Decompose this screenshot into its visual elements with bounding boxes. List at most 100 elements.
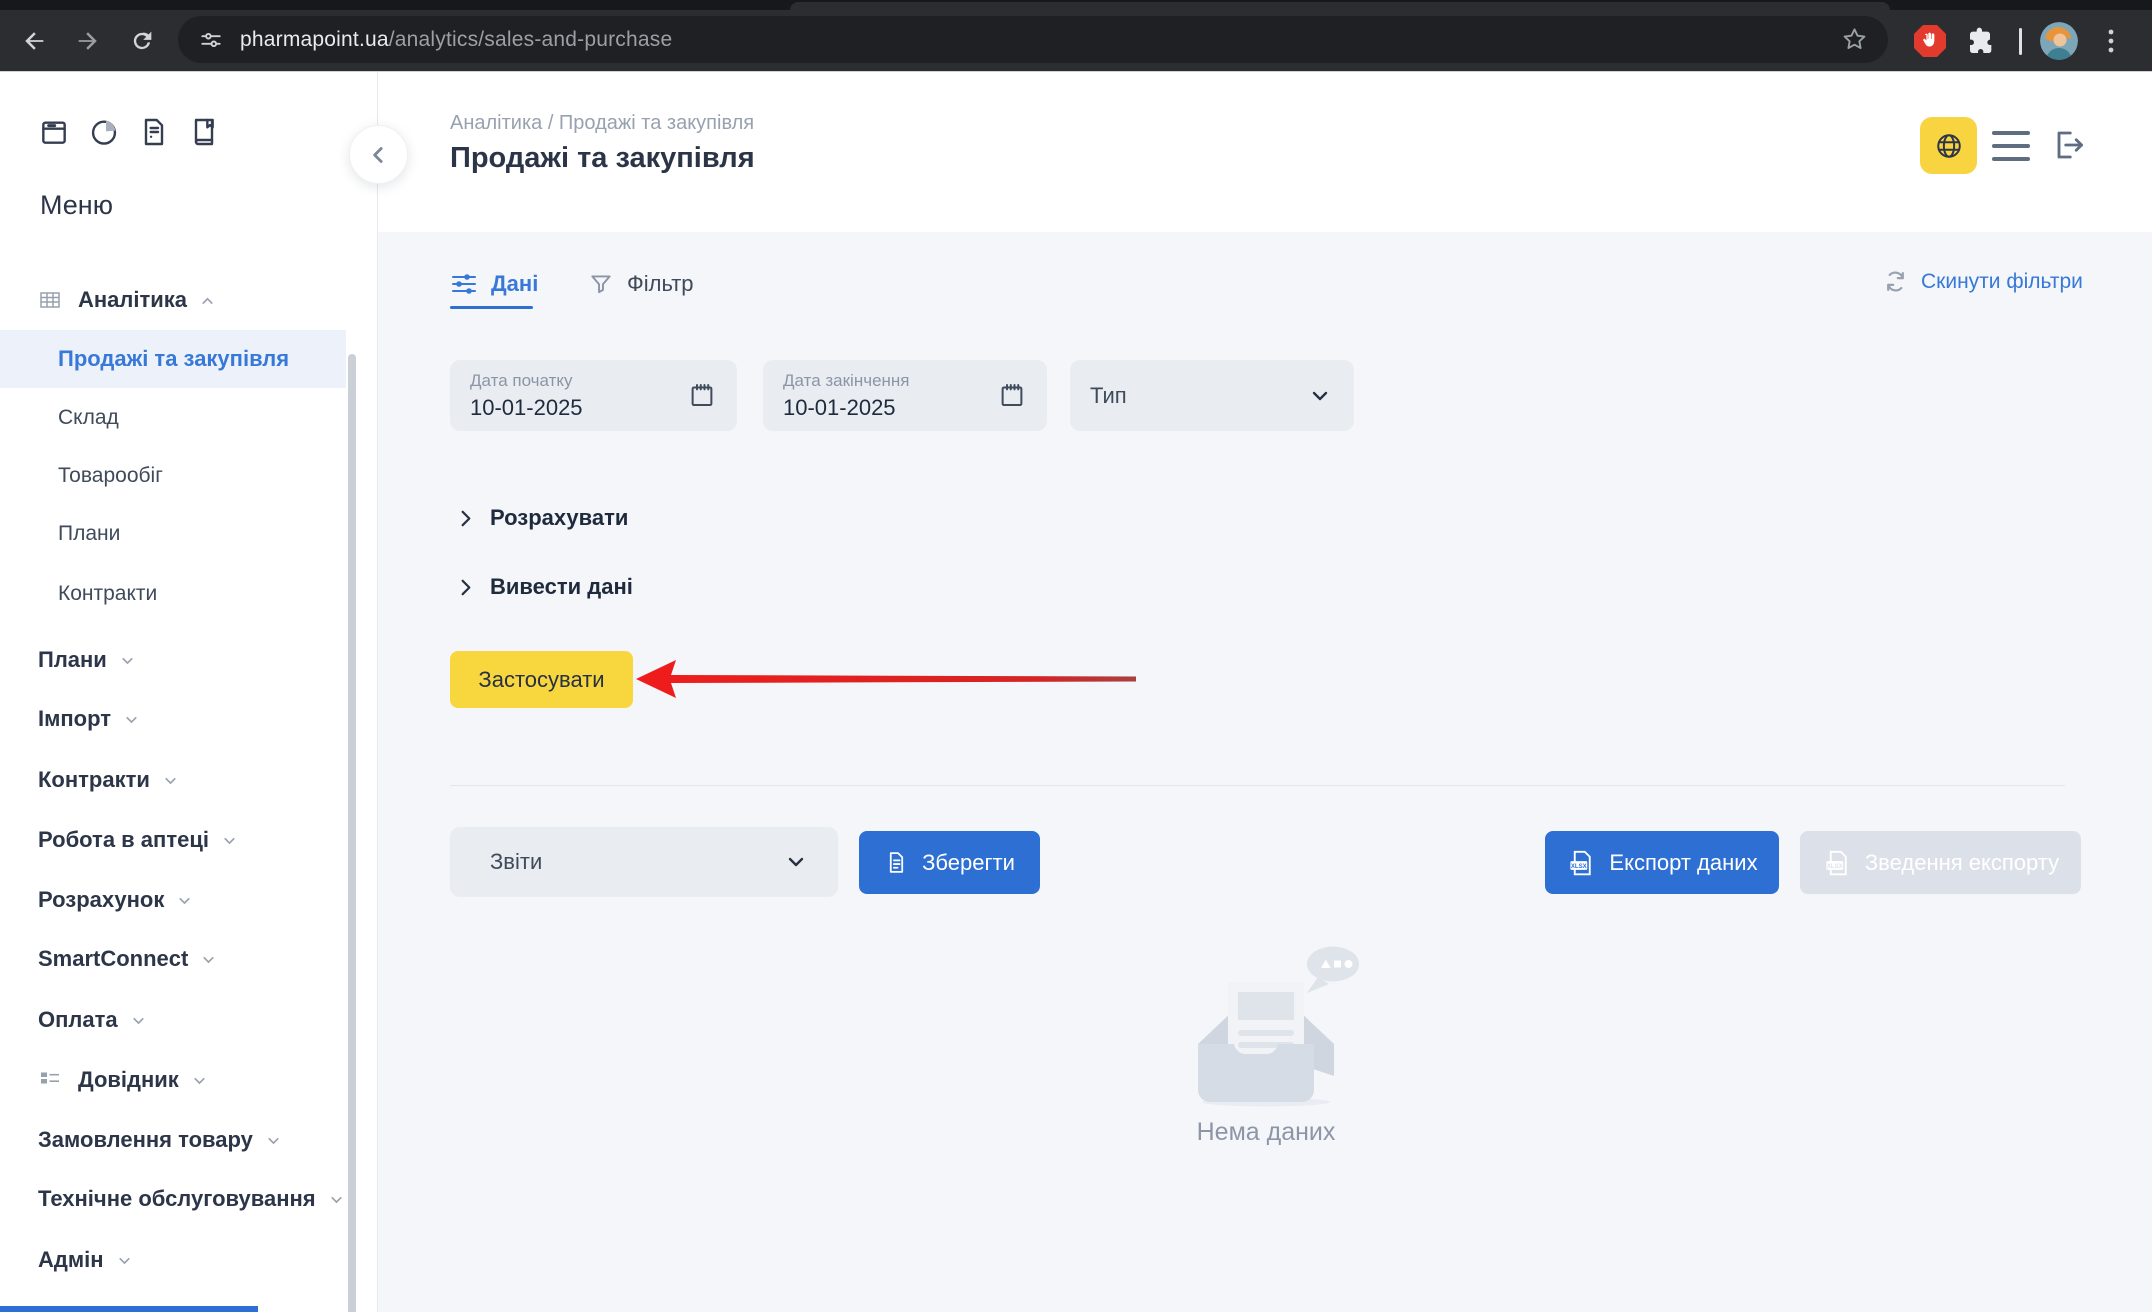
chevron-down-icon	[328, 1191, 345, 1208]
sidebar-scrollbar[interactable]	[348, 354, 356, 1312]
reset-filters-label: Скинути фільтри	[1921, 270, 2083, 294]
export-data-label: Експорт даних	[1609, 850, 1757, 876]
sidebar-item-admin[interactable]: Адмін	[0, 1242, 346, 1278]
sidebar-item-rozrakhunok[interactable]: Розрахунок	[0, 882, 346, 918]
browser-reload-button[interactable]	[124, 23, 160, 59]
toolbar-separator	[2019, 28, 2022, 55]
export-data-button[interactable]: XLSX Експорт даних	[1545, 831, 1779, 894]
sidebar-item-smartconnect[interactable]: SmartConnect	[0, 941, 346, 977]
sidebar-item-label: Довідник	[78, 1067, 179, 1093]
sidebar-item-label: Плани	[38, 647, 107, 673]
chevron-left-icon	[366, 142, 392, 168]
calendar-icon[interactable]	[997, 380, 1027, 415]
chevron-down-icon	[200, 951, 217, 968]
end-date-field[interactable]: Дата закінчення 10-01-2025	[763, 360, 1047, 431]
adblock-extension-button[interactable]	[1912, 23, 1948, 59]
language-button[interactable]	[1920, 117, 1977, 174]
sidebar-item-robota-v-aptetsi[interactable]: Робота в аптеці	[0, 822, 346, 858]
logout-icon	[2050, 127, 2086, 163]
save-button[interactable]: Зберегти	[859, 831, 1040, 894]
type-select-label: Тип	[1090, 383, 1127, 409]
sidebar-item-kontrakty-sub[interactable]: Контракти	[0, 576, 346, 612]
type-select[interactable]: Тип	[1070, 360, 1354, 431]
sidebar-item-label: Плани	[58, 522, 120, 546]
sidebar-item-label: Розрахунок	[38, 887, 164, 913]
browser-active-tab[interactable]	[790, 2, 1890, 10]
globe-icon	[1934, 131, 1964, 161]
puzzle-icon	[1966, 25, 1998, 57]
reports-select-label: Звіти	[490, 849, 542, 875]
apply-button[interactable]: Застосувати	[450, 651, 633, 708]
sidebar-item-plany-sub[interactable]: Плани	[0, 516, 346, 552]
end-date-value: 10-01-2025	[783, 395, 1027, 421]
document-icon	[884, 850, 909, 875]
tab-filter-label: Фільтр	[627, 271, 694, 297]
browser-profile-avatar[interactable]	[2040, 22, 2078, 60]
export-summary-button[interactable]: XLSX Зведення експорту	[1800, 831, 2081, 894]
save-button-label: Зберегти	[922, 850, 1015, 876]
sidebar-item-import[interactable]: Імпорт	[0, 701, 346, 737]
svg-text:XLSX: XLSX	[1827, 863, 1843, 869]
browser-forward-button[interactable]	[70, 23, 106, 59]
sidebar-item-label: Товарообіг	[58, 464, 163, 488]
logout-button[interactable]	[2048, 124, 2088, 166]
chevron-down-icon	[162, 772, 179, 789]
sidebar-item-tovaroobig[interactable]: Товарообіг	[0, 458, 346, 494]
sidebar-item-zamovlennia-tovaru[interactable]: Замовлення товару	[0, 1122, 346, 1158]
section-output-label: Вивести дані	[490, 574, 633, 600]
document-icon[interactable]	[138, 116, 170, 148]
svg-text:XLSX: XLSX	[1571, 863, 1587, 869]
sidebar-item-oplata[interactable]: Оплата	[0, 1002, 346, 1038]
section-calculate[interactable]: Розрахувати	[455, 505, 628, 531]
tab-filter[interactable]: Фільтр	[588, 266, 694, 302]
sidebar-item-plany[interactable]: Плани	[0, 642, 346, 678]
sidebar-item-kontrakty[interactable]: Контракти	[0, 762, 346, 798]
sidebar-item-sales-purchase[interactable]: Продажі та закупівля	[0, 330, 346, 388]
sidebar-item-label: Адмін	[38, 1247, 104, 1273]
sidebar-item-sklad[interactable]: Склад	[0, 400, 346, 436]
start-date-field[interactable]: Дата початку 10-01-2025	[450, 360, 737, 431]
browser-menu-button[interactable]	[2098, 26, 2124, 56]
url-bar[interactable]: pharmapoint.ua/analytics/sales-and-purch…	[178, 16, 1888, 63]
section-output[interactable]: Вивести дані	[455, 574, 633, 600]
sidebar-item-tekhnichne-obsluhovuvannia[interactable]: Технічне обслуговування	[0, 1181, 346, 1217]
chevron-down-icon	[1306, 382, 1334, 415]
bookmark-button[interactable]	[1841, 26, 1868, 53]
calendar-icon[interactable]	[687, 380, 717, 415]
book-icon[interactable]	[188, 116, 220, 148]
browser-back-button[interactable]	[16, 23, 52, 59]
reset-icon	[1882, 268, 1909, 295]
sidebar-item-label: Контракти	[38, 767, 150, 793]
url-domain: pharmapoint.ua	[240, 28, 389, 51]
xlsx-file-icon: XLSX	[1822, 848, 1852, 878]
chevron-down-icon	[123, 711, 140, 728]
sidebar-item-dovidnyk[interactable]: Довідник	[0, 1062, 346, 1098]
tab-data[interactable]: Дані	[450, 266, 538, 302]
reports-select[interactable]: Звіти	[450, 827, 838, 897]
header-menu-button[interactable]	[1992, 128, 2036, 164]
chevron-down-icon	[782, 848, 810, 876]
hamburger-icon	[1992, 131, 2030, 135]
extensions-button[interactable]	[1966, 25, 1998, 57]
reload-icon	[128, 27, 156, 55]
chevron-right-icon	[455, 508, 476, 529]
pie-chart-icon[interactable]	[88, 116, 120, 148]
sidebar-item-label: Технічне обслуговування	[38, 1186, 316, 1212]
start-date-label: Дата початку	[470, 371, 717, 391]
sidebar-heading: Меню	[40, 190, 113, 221]
calendar-icon	[997, 380, 1027, 410]
site-settings-icon[interactable]	[198, 27, 224, 53]
reset-filters-button[interactable]: Скинути фільтри	[1882, 268, 2083, 295]
chevron-down-icon	[265, 1132, 282, 1149]
sidebar-item-analytics[interactable]: Аналітика	[0, 282, 346, 318]
archive-icon[interactable]	[38, 116, 70, 148]
xlsx-file-icon: XLSX	[1566, 848, 1596, 878]
breadcrumb: Аналітика / Продажі та закупівля	[450, 112, 754, 135]
horizontal-scrollbar[interactable]	[0, 1306, 258, 1312]
kebab-menu-icon	[2098, 26, 2124, 56]
empty-state-text: Нема даних	[1146, 1118, 1386, 1147]
avatar-image	[2040, 22, 2078, 60]
sidebar-collapse-button[interactable]	[349, 125, 408, 184]
chevron-down-icon	[221, 832, 238, 849]
url-text: pharmapoint.ua/analytics/sales-and-purch…	[240, 28, 672, 52]
